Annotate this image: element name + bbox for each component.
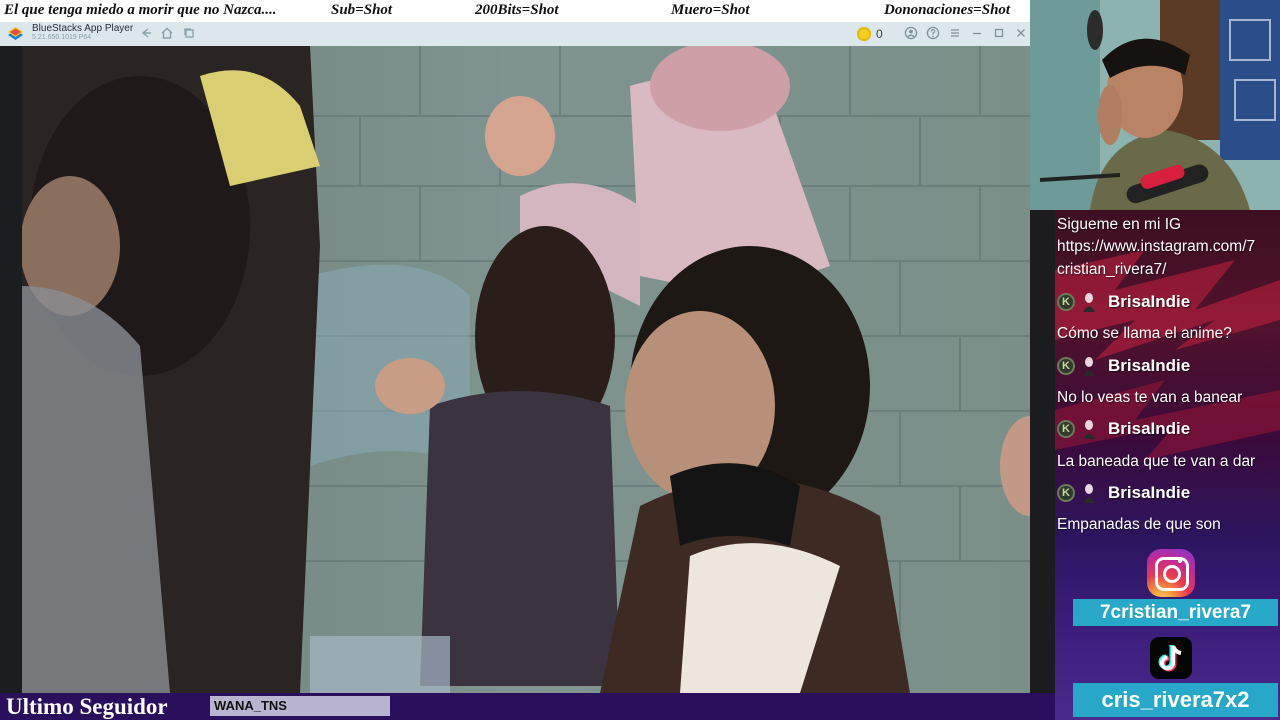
coin-icon[interactable] [857,27,871,41]
app-version: 5.21.650.1019 P64 [32,34,92,41]
last-follower-label: Ultimo Seguidor [6,694,168,719]
maximize-icon[interactable] [991,26,1007,42]
subscriber-badge-icon: K [1057,484,1075,502]
tiktok-icon [1150,637,1192,679]
chat-username[interactable]: BrisaIndie [1108,356,1190,376]
back-icon[interactable] [138,26,154,42]
chat-message-text: Empanadas de que son [1057,516,1221,533]
chat-username[interactable]: BrisaIndie [1108,292,1190,312]
ticker-item-motto: El que tenga miedo a morir que no Nazca.… [4,2,277,18]
chat-message-header: K BrisaIndie [1057,354,1190,378]
pinned-line-1: Sigueme en mi IG [1057,216,1182,233]
minimize-icon[interactable] [969,26,985,42]
multi-instance-icon[interactable] [181,26,197,42]
tiktok-handle: cris_rivera7x2 [1073,683,1278,717]
chat-message-header: K BrisaIndie [1057,417,1190,441]
chat-message-text: Cómo se llama el anime? [1057,325,1232,342]
instagram-handle: 7cristian_rivera7 [1073,599,1278,626]
app-titlebar: BlueStacks App Player 5.21.650.1019 P64 … [0,22,1030,46]
ticker-item-donations: Dononaciones=Shot [884,2,1011,18]
chat-message-text: No lo veas te van a banear [1057,389,1243,406]
app-title: BlueStacks App Player [32,23,134,34]
webcam-overlay [1030,0,1280,210]
video-frame[interactable] [0,46,1030,693]
close-icon[interactable] [1013,26,1029,42]
video-scene-image [0,46,1030,693]
menu-icon[interactable] [947,26,963,42]
user-avatar-icon [1083,420,1095,439]
donation-ticker: El que tenga miedo a morir que no Nazca.… [0,0,1030,22]
subscriber-badge-icon: K [1057,293,1075,311]
pinned-line-2: https://www.instagram.com/7 [1057,238,1256,255]
ticker-item-bits: 200Bits=Shot [475,2,559,18]
help-icon[interactable] [925,26,941,42]
ticker-item-death: Muero=Shot [671,2,750,18]
coin-count: 0 [876,27,883,41]
account-icon[interactable] [903,26,919,42]
chat-message-text: La baneada que te van a dar [1057,453,1256,470]
user-avatar-icon [1083,357,1095,376]
last-follower-name: WANA_TNS [210,696,390,716]
instagram-icon [1147,549,1195,597]
webcam-feed-image [1030,0,1280,210]
chat-message-header: K BrisaIndie [1057,290,1190,314]
chat-username[interactable]: BrisaIndie [1108,483,1190,503]
user-avatar-icon [1083,293,1095,312]
video-side-bar [0,46,22,693]
ticker-item-sub: Sub=Shot [331,2,393,18]
subscriber-badge-icon: K [1057,357,1075,375]
subscriber-badge-icon: K [1057,420,1075,438]
chat-username[interactable]: BrisaIndie [1108,419,1190,439]
chat-gutter [1030,210,1055,693]
bluestacks-logo-icon [8,27,23,40]
chat-message-header: K BrisaIndie [1057,481,1190,505]
home-icon[interactable] [159,26,175,42]
user-avatar-icon [1083,484,1095,503]
pinned-line-3: cristian_rivera7/ [1057,261,1167,278]
